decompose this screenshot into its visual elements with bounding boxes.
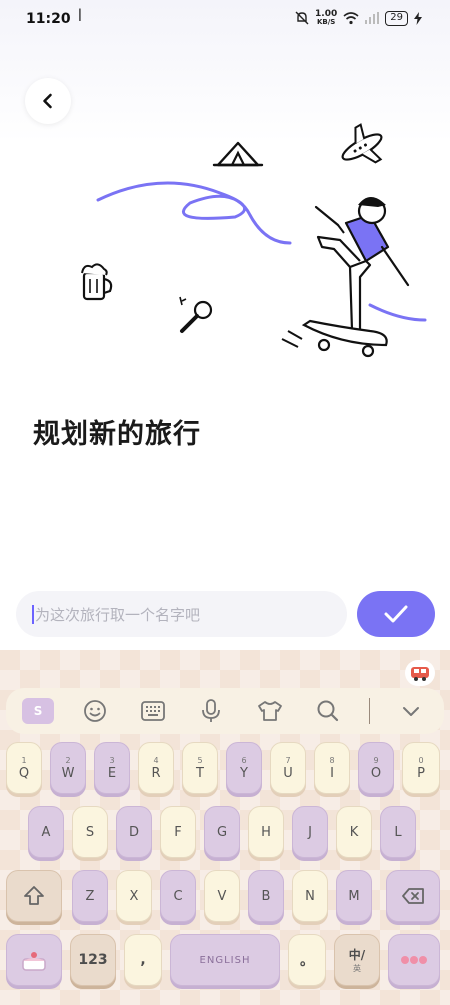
hearts-icon <box>401 956 427 964</box>
language-switch-key[interactable]: 中/ 英 <box>334 934 380 986</box>
comma-key[interactable]: , <box>124 934 162 986</box>
key-k[interactable]: K <box>336 806 372 858</box>
status-time: 11:20 <box>26 11 71 27</box>
cake-icon <box>22 952 46 971</box>
confirm-button[interactable] <box>357 591 435 637</box>
voice-input-button[interactable] <box>194 694 228 728</box>
sticker-key[interactable] <box>6 934 62 986</box>
mute-icon <box>295 11 309 25</box>
emoji-icon <box>84 700 107 722</box>
space-key[interactable]: ENGLISH <box>170 934 280 986</box>
period-key[interactable]: 。 <box>288 934 326 986</box>
enter-key[interactable] <box>388 934 440 986</box>
trip-name-input[interactable]: 为这次旅行取一个名字吧 <box>16 591 347 637</box>
skin-button[interactable] <box>253 694 287 728</box>
key-x[interactable]: X <box>116 870 152 922</box>
travel-illustration <box>81 123 427 358</box>
key-t[interactable]: 5T <box>182 742 218 794</box>
key-i[interactable]: 8I <box>314 742 350 794</box>
back-button[interactable] <box>25 78 71 124</box>
key-l[interactable]: L <box>380 806 416 858</box>
skateboarder-figure <box>281 197 410 358</box>
page-title: 规划新的旅行 <box>33 419 201 450</box>
key-m[interactable]: M <box>336 870 372 922</box>
text-caret <box>32 604 34 624</box>
status-right: 1.00 KB/S 29 <box>295 10 422 26</box>
beer-mug-icon <box>81 263 113 301</box>
keyboard: S 1 Q 2 W 3 E 4 R 5 T 6 Y 7 U 8 I 9 O 0 … <box>0 650 450 1005</box>
key-h[interactable]: H <box>248 806 284 858</box>
mic-icon <box>202 699 221 722</box>
microphone-icon <box>179 296 213 333</box>
charging-icon <box>414 11 422 25</box>
key-r[interactable]: 4R <box>138 742 174 794</box>
collapse-icon <box>402 707 419 716</box>
shift-icon <box>24 886 44 905</box>
theme-sticker-icon[interactable] <box>405 660 435 686</box>
ime-logo-button[interactable]: S <box>22 698 55 724</box>
key-y[interactable]: 6Y <box>226 742 262 794</box>
key-a[interactable]: A <box>28 806 64 858</box>
keyboard-toolbar: S <box>6 688 444 734</box>
status-bar: 11:20 ꟾ 1.00 KB/S 29 <box>0 0 450 40</box>
key-j[interactable]: J <box>292 806 328 858</box>
key-g[interactable]: G <box>204 806 240 858</box>
planner-screen: 11:20 ꟾ 1.00 KB/S 29 规划新的旅行 为这次旅行取一个名字吧 <box>0 0 450 650</box>
trip-name-placeholder: 为这次旅行取一个名字吧 <box>35 605 201 624</box>
key-c[interactable]: C <box>160 870 196 922</box>
key-d[interactable]: D <box>116 806 152 858</box>
key-e[interactable]: 3E <box>94 742 130 794</box>
notification-icon: ꟾ <box>78 10 82 25</box>
key-b[interactable]: B <box>248 870 284 922</box>
bus-icon <box>411 667 429 681</box>
net-speed-value: 1.00 <box>315 9 338 19</box>
signal-icon <box>365 12 380 24</box>
key-n[interactable]: N <box>292 870 328 922</box>
shift-key[interactable] <box>6 870 62 922</box>
tent-icon <box>212 141 264 167</box>
key-o[interactable]: 9O <box>358 742 394 794</box>
back-icon <box>43 93 52 109</box>
keyboard-icon <box>141 701 166 721</box>
keyboard-switch-button[interactable] <box>136 694 170 728</box>
key-v[interactable]: V <box>204 870 240 922</box>
key-q[interactable]: 1Q <box>6 742 42 794</box>
numbers-key[interactable]: 123 <box>70 934 116 986</box>
wifi-icon <box>343 11 359 24</box>
key-f[interactable]: F <box>160 806 196 858</box>
key-w[interactable]: 2W <box>50 742 86 794</box>
clothes-icon <box>257 701 282 721</box>
key-s[interactable]: S <box>72 806 108 858</box>
battery-indicator: 29 <box>385 10 408 26</box>
net-speed-unit: KB/S <box>316 18 336 26</box>
key-p[interactable]: 0P <box>402 742 440 794</box>
airplane-icon <box>341 123 383 164</box>
search-icon <box>317 700 338 722</box>
toolbar-divider <box>368 698 370 724</box>
delete-icon <box>402 888 424 904</box>
delete-key[interactable] <box>386 870 440 922</box>
key-u[interactable]: 7U <box>270 742 306 794</box>
net-speed: 1.00 KB/S <box>315 9 338 27</box>
collapse-keyboard-button[interactable] <box>394 694 428 728</box>
key-z[interactable]: Z <box>72 870 108 922</box>
check-icon <box>384 605 408 623</box>
emoji-button[interactable] <box>78 694 112 728</box>
search-button[interactable] <box>311 694 345 728</box>
